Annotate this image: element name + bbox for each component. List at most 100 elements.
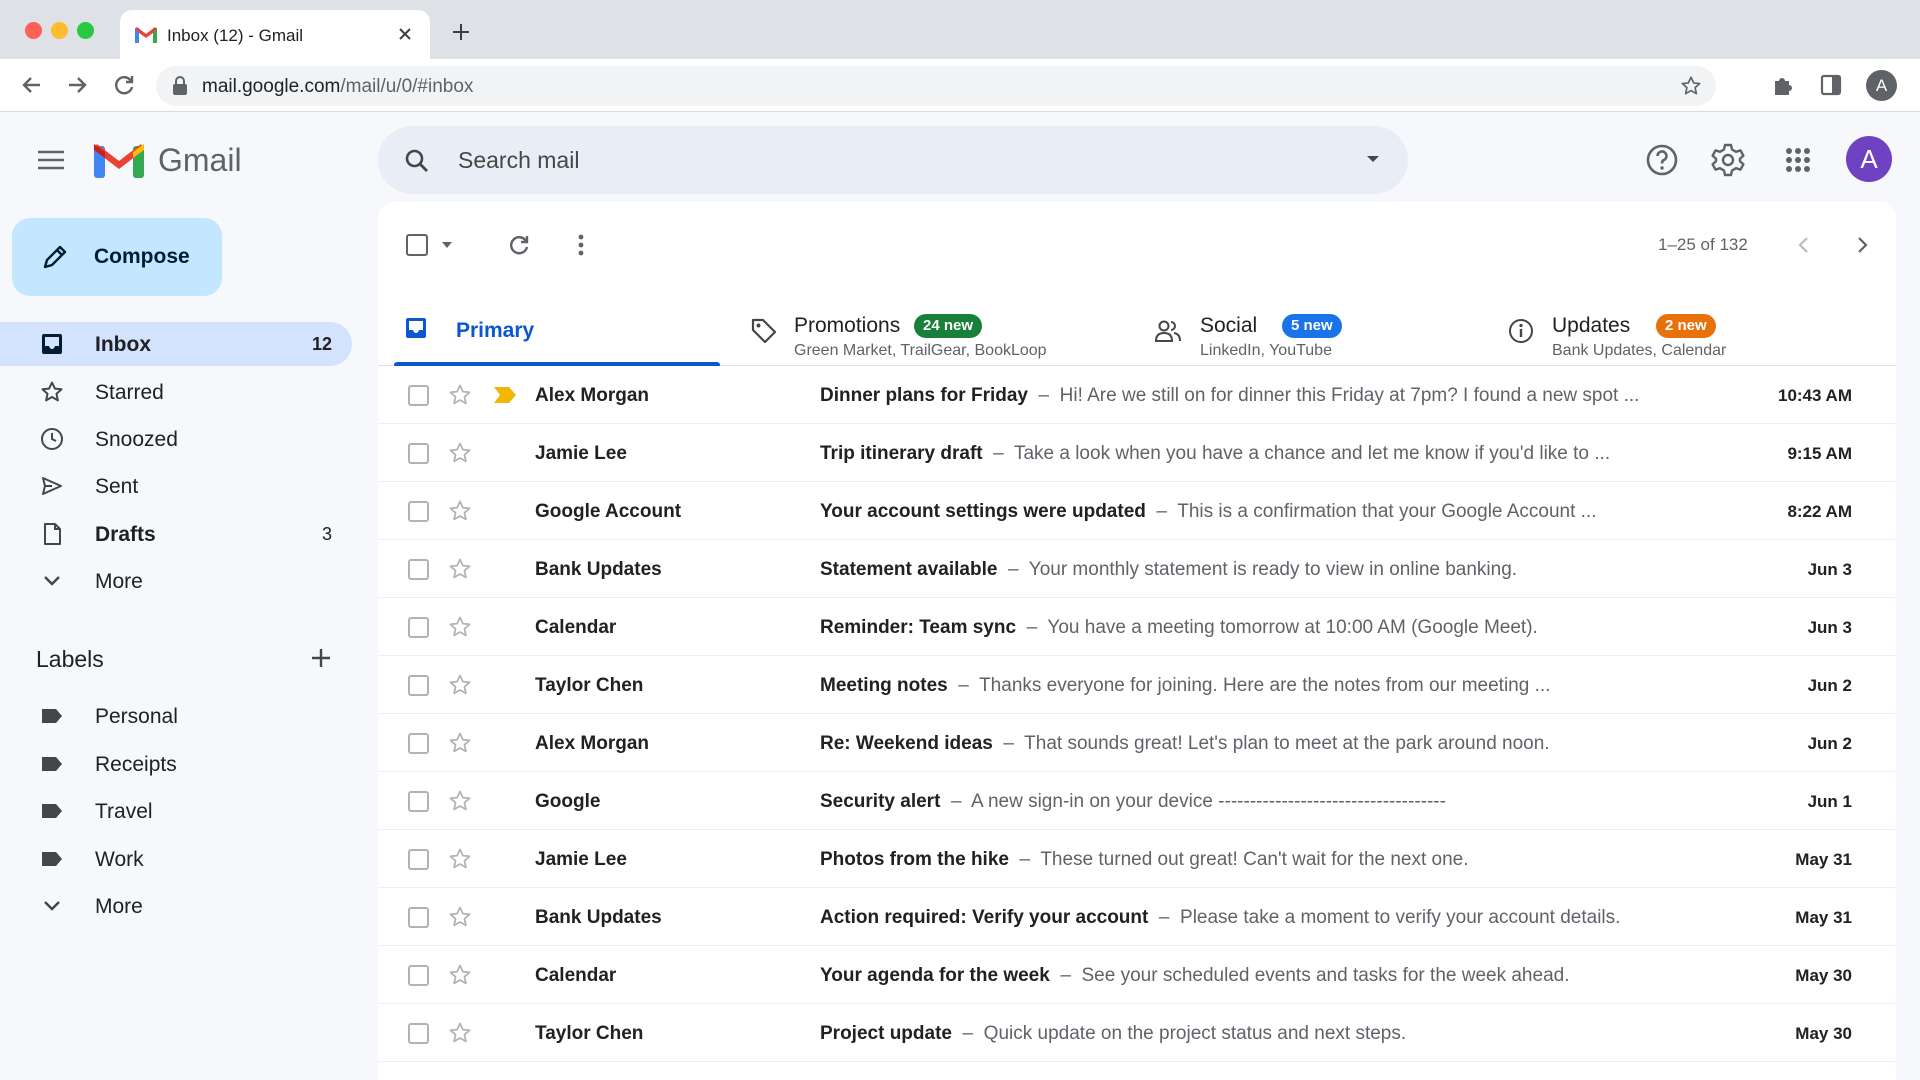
select-all-checkbox[interactable] [406, 234, 428, 256]
search-bar [378, 126, 1408, 194]
subject-separator: – [1027, 385, 1060, 406]
sidebar-item-drafts[interactable]: Drafts 3 [0, 512, 352, 556]
sidebar-item-starred[interactable]: Starred [0, 370, 352, 414]
email-date: Jun 3 [1807, 560, 1852, 579]
email-subject: Action required: Verify your account [820, 907, 1149, 928]
email-sender: Bank Updates [535, 907, 662, 928]
email-row[interactable]: Jamie Lee Trip itinerary draft – Take a l… [378, 424, 1896, 482]
tab-social[interactable]: Social 5 new LinkedIn, YouTube [1154, 292, 1474, 366]
email-row-checkbox[interactable] [408, 791, 429, 812]
search-input[interactable] [458, 126, 1318, 194]
email-row[interactable]: Jamie Lee Photos from the hike – These tu… [378, 830, 1896, 888]
tab-updates[interactable]: Updates 2 new Bank Updates, Calendar [1508, 292, 1848, 366]
main-menu-icon[interactable] [36, 148, 66, 172]
reload-icon[interactable] [110, 71, 138, 99]
chevron-left-icon[interactable] [1792, 233, 1816, 257]
search-options-icon[interactable] [1362, 148, 1384, 170]
important-marker-icon[interactable] [494, 387, 516, 403]
email-row-checkbox[interactable] [408, 965, 429, 986]
search-icon[interactable] [404, 148, 430, 174]
help-icon[interactable] [1644, 142, 1680, 178]
star-icon[interactable] [448, 441, 472, 465]
email-row-checkbox[interactable] [408, 501, 429, 522]
lock-icon[interactable] [172, 76, 188, 96]
star-icon[interactable] [448, 383, 472, 407]
sidebar-label-personal[interactable]: Personal [0, 694, 352, 738]
more-actions-icon[interactable] [574, 232, 588, 258]
gmail-logo-icon[interactable] [94, 140, 144, 178]
email-row[interactable]: Google Account Your account settings were… [378, 482, 1896, 540]
extensions-puzzle-icon[interactable] [1770, 72, 1796, 98]
apps-grid-icon[interactable] [1780, 142, 1816, 178]
email-row-checkbox[interactable] [408, 733, 429, 754]
refresh-icon[interactable] [506, 232, 532, 258]
back-arrow-icon[interactable] [18, 71, 46, 99]
star-icon[interactable] [448, 847, 472, 871]
account-avatar[interactable]: A [1846, 136, 1892, 182]
email-row[interactable]: Alex Morgan Dinner plans for Friday – Hi!… [378, 366, 1896, 424]
email-row-checkbox[interactable] [408, 385, 429, 406]
subject-separator: – [982, 443, 1014, 464]
email-row-checkbox[interactable] [408, 617, 429, 638]
sidebar-labels-more[interactable]: More [0, 884, 352, 928]
star-icon[interactable] [448, 731, 472, 755]
tab-close-icon[interactable] [394, 23, 416, 45]
email-date: May 31 [1795, 850, 1852, 869]
email-row-checkbox[interactable] [408, 559, 429, 580]
address-bar[interactable]: mail.google.com/mail/u/0/#inbox [156, 66, 1716, 106]
add-label-icon[interactable] [310, 647, 332, 669]
email-row[interactable]: Alex Morgan Re: Weekend ideas – That soun… [378, 714, 1896, 772]
select-menu-caret-icon[interactable] [440, 238, 454, 252]
sidebar-item-more[interactable]: More [0, 559, 352, 603]
star-icon[interactable] [448, 499, 472, 523]
email-snippet: Take a look when you have a chance and l… [1013, 443, 1611, 464]
email-sender: Bank Updates [535, 559, 662, 580]
star-icon[interactable] [448, 905, 472, 929]
email-row[interactable]: Taylor Chen Meeting notes – Thanks everyo… [378, 656, 1896, 714]
sidebar-item-sent[interactable]: Sent [0, 464, 352, 508]
sidebar-label-receipts[interactable]: Receipts [0, 742, 352, 786]
chevron-right-icon[interactable] [1850, 233, 1874, 257]
side-panel-icon[interactable] [1818, 72, 1844, 98]
browser-tab[interactable]: Inbox (12) - Gmail [120, 10, 430, 59]
email-row-checkbox[interactable] [408, 675, 429, 696]
email-row[interactable]: Bank Updates Statement available – Your m… [378, 540, 1896, 598]
email-row[interactable]: Calendar Reminder: Team sync – You have a… [378, 598, 1896, 656]
email-row-checkbox[interactable] [408, 1023, 429, 1044]
email-row-checkbox[interactable] [408, 443, 429, 464]
sidebar-item-inbox[interactable]: Inbox 12 [0, 322, 352, 366]
window-minimize-button[interactable] [51, 22, 68, 39]
sidebar-item-label: Travel [95, 800, 153, 823]
tab-primary[interactable]: Primary [378, 292, 720, 366]
settings-gear-icon[interactable] [1710, 142, 1746, 178]
email-row-checkbox[interactable] [408, 907, 429, 928]
browser-profile-avatar[interactable]: A [1866, 70, 1897, 101]
email-row-checkbox[interactable] [408, 849, 429, 870]
subject-separator: – [1049, 965, 1082, 986]
forward-arrow-icon[interactable] [63, 71, 91, 99]
email-row[interactable]: Google Security alert – A new sign-in on … [378, 772, 1896, 830]
tab-promotions[interactable]: Promotions 24 new Green Market, TrailGea… [750, 292, 1130, 366]
star-icon[interactable] [448, 963, 472, 987]
url-text[interactable]: mail.google.com/mail/u/0/#inbox [202, 76, 473, 98]
sidebar-item-label: Work [95, 848, 144, 871]
email-row[interactable]: Taylor Chen Project update – Quick update… [378, 1004, 1896, 1062]
new-tab-icon[interactable] [450, 21, 472, 43]
gmail-wordmark[interactable]: Gmail [158, 142, 242, 179]
star-icon[interactable] [448, 673, 472, 697]
email-row[interactable]: Calendar Your agenda for the week – See y… [378, 946, 1896, 1004]
window-maximize-button[interactable] [77, 22, 94, 39]
window-close-button[interactable] [25, 22, 42, 39]
star-icon[interactable] [448, 789, 472, 813]
star-icon[interactable] [448, 615, 472, 639]
star-icon[interactable] [448, 1021, 472, 1045]
compose-button[interactable]: Compose [12, 218, 222, 296]
email-date: May 30 [1795, 966, 1852, 985]
email-row[interactable]: Bank Updates Action required: Verify your… [378, 888, 1896, 946]
email-snippet: Please take a moment to verify your acco… [1180, 907, 1621, 928]
bookmark-star-icon[interactable] [1680, 75, 1702, 97]
sidebar-label-travel[interactable]: Travel [0, 789, 352, 833]
star-icon[interactable] [448, 557, 472, 581]
sidebar-item-snoozed[interactable]: Snoozed [0, 417, 352, 461]
sidebar-label-work[interactable]: Work [0, 837, 352, 881]
